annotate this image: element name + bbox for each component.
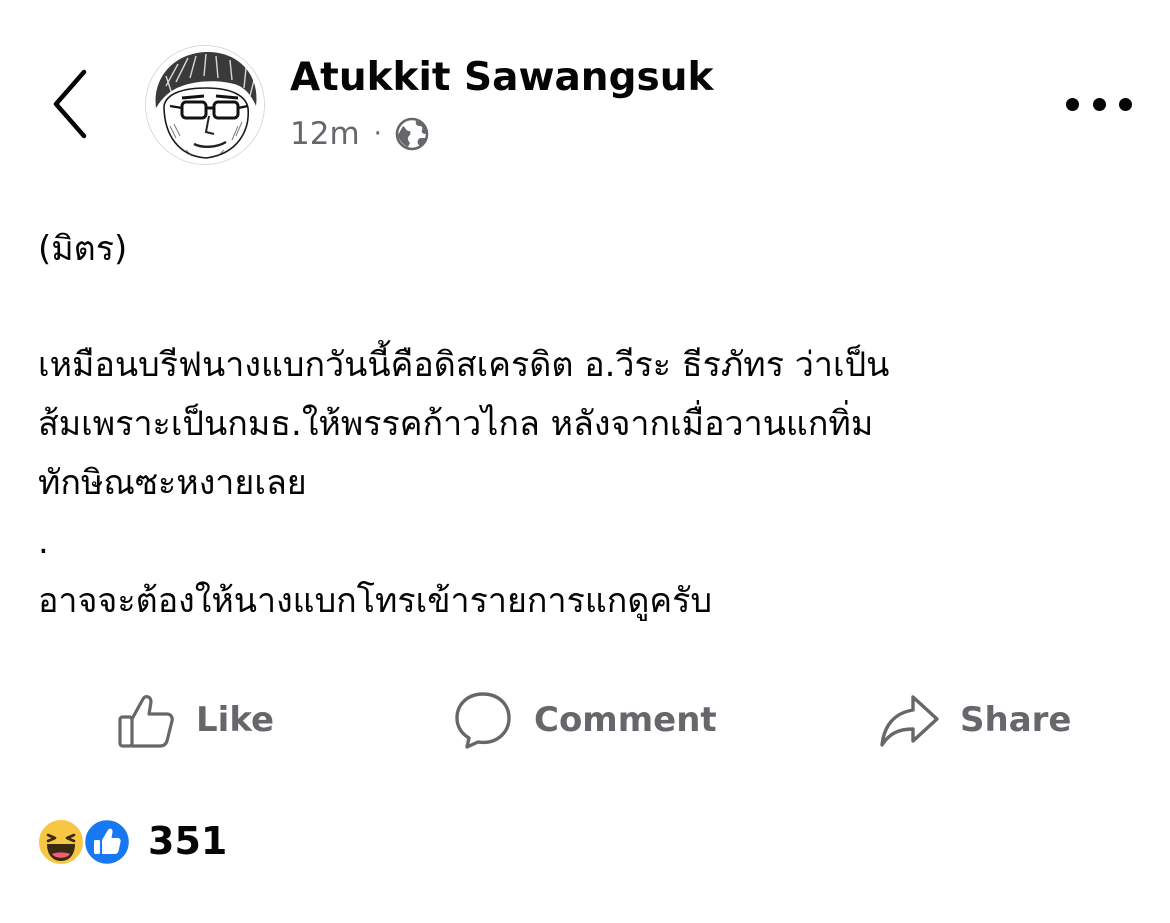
haha-reaction-icon	[37, 818, 85, 866]
like-reaction-icon	[82, 817, 132, 867]
post-line: เหมือนบรีฟนางแบกวันนี้คือดิสเครดิต อ.วีร…	[38, 345, 890, 385]
meta-separator: ·	[373, 119, 382, 149]
more-dot-icon	[1119, 97, 1132, 111]
post-line: (มิตร)	[38, 229, 128, 269]
like-button[interactable]: Like	[116, 688, 274, 752]
more-dot-icon	[1066, 97, 1079, 111]
reaction-count: 351	[148, 819, 228, 863]
comment-bubble-icon	[455, 692, 511, 749]
more-options-button[interactable]	[1066, 84, 1132, 124]
globe-icon[interactable]	[394, 116, 430, 152]
avatar-image	[146, 46, 264, 164]
share-label: Share	[960, 700, 1072, 740]
comment-button[interactable]: Comment	[452, 688, 717, 752]
share-button[interactable]: Share	[878, 688, 1071, 752]
post-line: ทักษิณซะหงายเลย	[38, 463, 307, 503]
action-bar: Like Comment Share	[0, 688, 1170, 752]
more-dot-icon	[1092, 97, 1106, 111]
back-button[interactable]	[44, 66, 100, 142]
reaction-icons	[36, 815, 136, 867]
reactions-summary[interactable]: 351	[36, 814, 227, 868]
post-line-blank	[38, 279, 1138, 336]
post-line: .	[38, 522, 49, 562]
post-text: (มิตร) เหมือนบรีฟนางแบกวันนี้คือดิสเครดิ…	[38, 220, 1138, 631]
post-meta: 12m ·	[290, 112, 430, 156]
post-line: อาจจะต้องให้นางแบกโทรเข้ารายการแกดูครับ	[38, 581, 713, 621]
chevron-left-icon	[53, 69, 87, 139]
comment-label: Comment	[534, 700, 717, 740]
post-line: ส้มเพราะเป็นกมธ.ให้พรรคก้าวไกล หลังจากเม…	[38, 404, 874, 444]
author-avatar[interactable]	[145, 45, 265, 165]
like-label: Like	[196, 700, 275, 740]
share-arrow-icon	[880, 695, 939, 747]
post-timestamp[interactable]: 12m	[290, 116, 360, 152]
author-name[interactable]: Atukkit Sawangsuk	[290, 54, 713, 102]
thumbs-up-icon	[118, 695, 174, 748]
